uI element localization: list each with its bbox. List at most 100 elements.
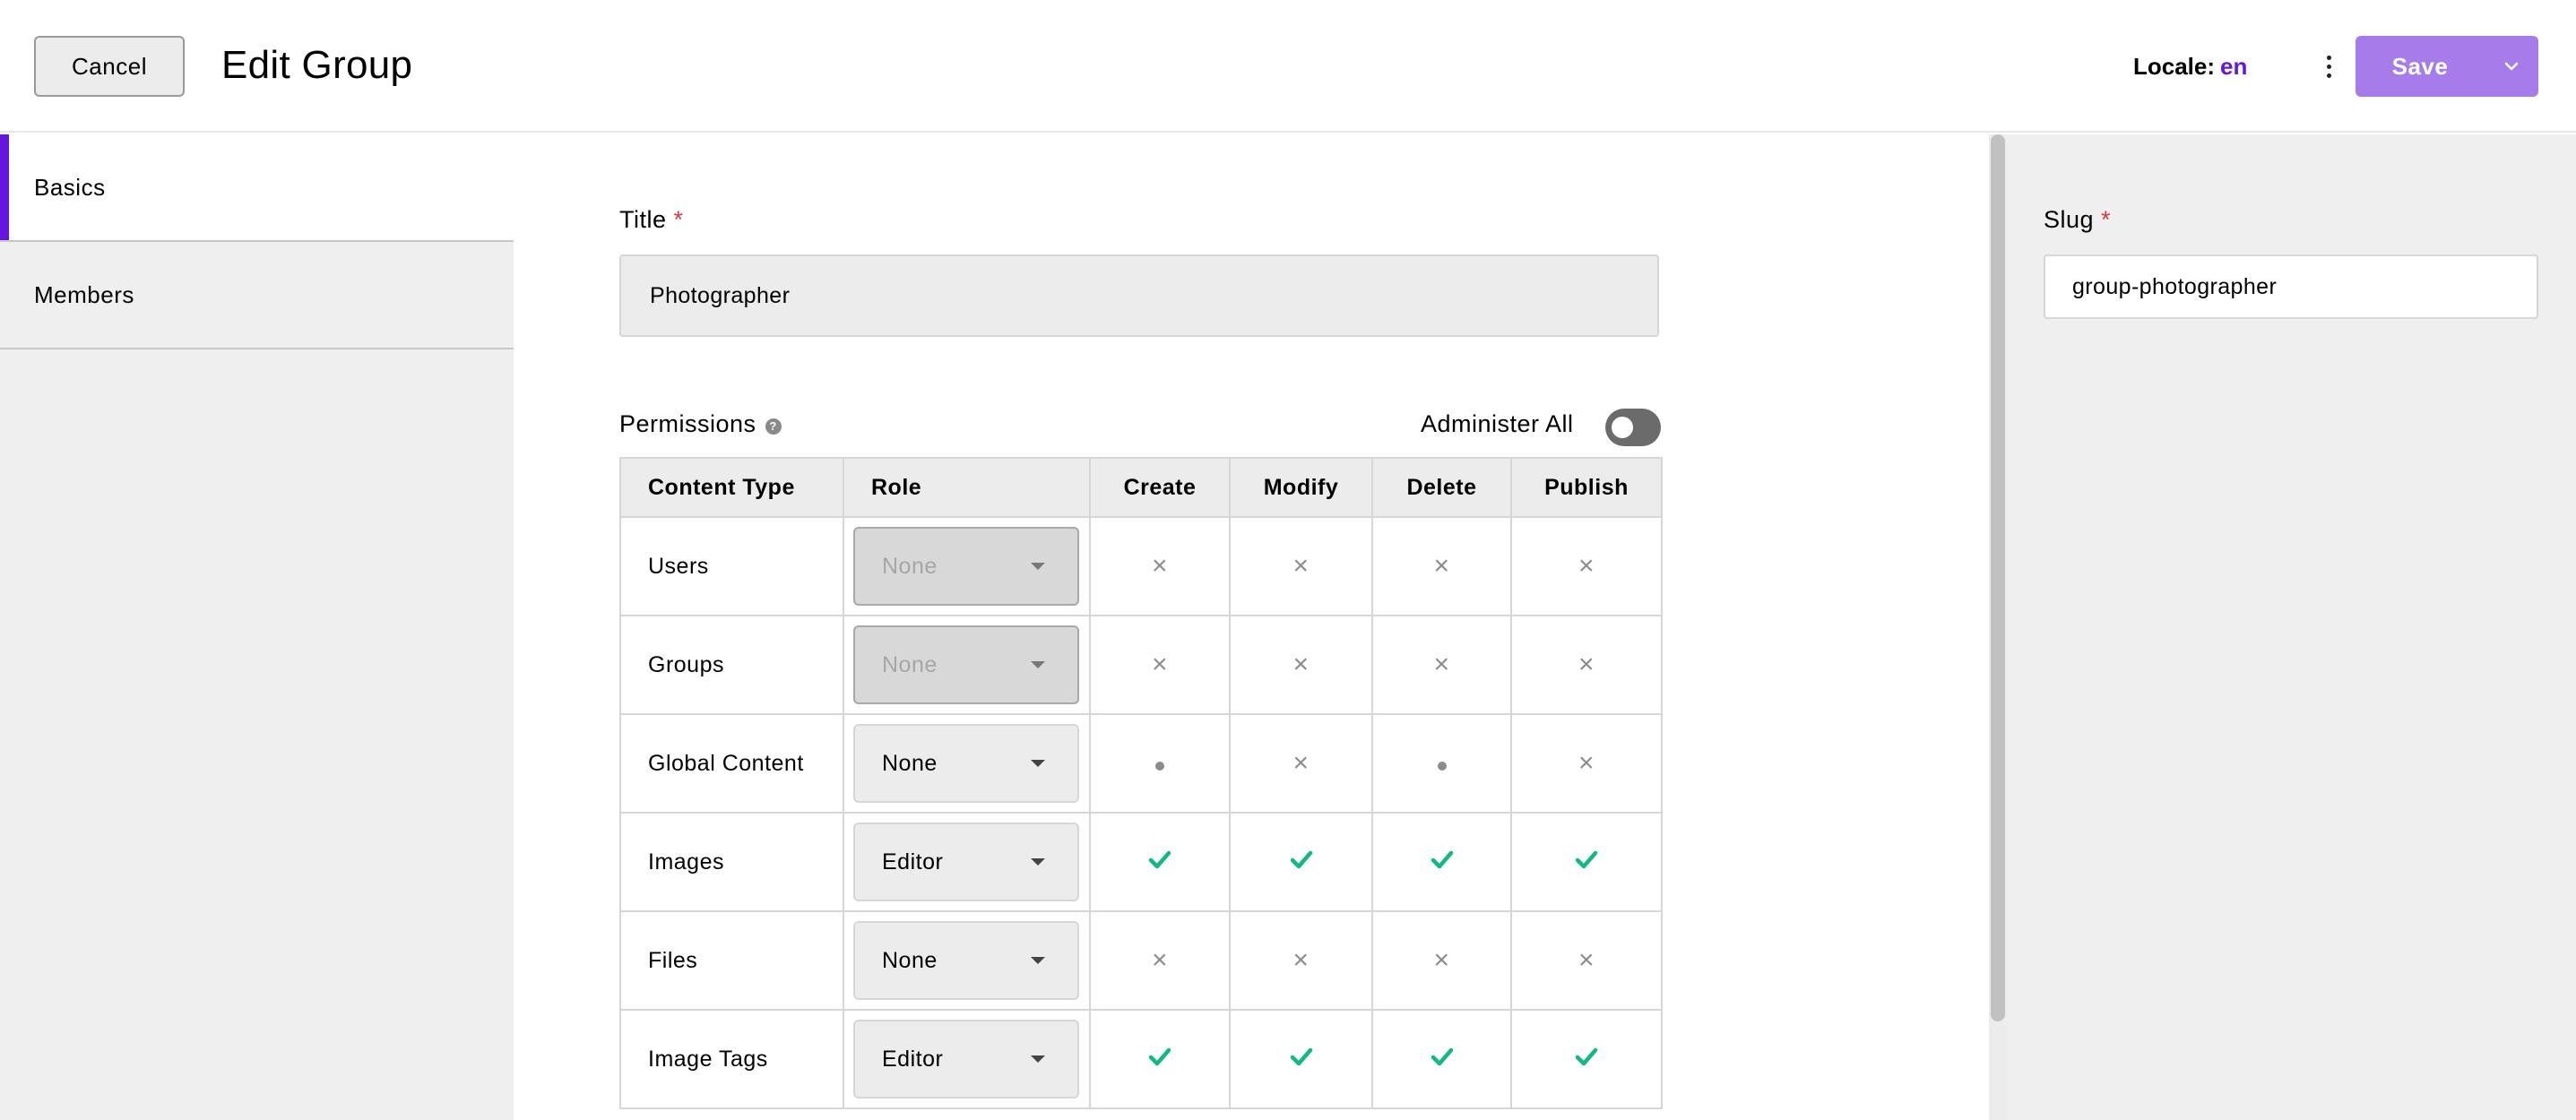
role-select[interactable]: None [853,921,1079,1000]
role-select-value: Editor [882,1046,944,1072]
x-icon: × [1578,945,1595,975]
publish-permission-cell [1510,1009,1663,1109]
role-select[interactable]: None [853,724,1079,803]
content-type-cell: Images [619,812,844,912]
publish-permission-cell: × [1510,713,1663,814]
caret-down-icon [1031,1055,1045,1063]
delete-permission-cell [1371,1009,1512,1109]
locale-label: Locale: [2133,53,2216,80]
check-icon [1148,1047,1171,1065]
save-options-chevron-down-icon[interactable] [2485,36,2538,97]
content-type-cell: Groups [619,615,844,715]
delete-permission-cell: × [1371,615,1512,715]
role-cell: Editor [843,1009,1091,1109]
check-icon [1431,850,1453,868]
role-select-value: None [882,947,938,973]
title-label-text: Title [619,206,667,233]
column-header-content-type: Content Type [619,457,844,518]
more-dot [2326,73,2331,78]
role-select[interactable]: Editor [853,1020,1079,1098]
create-permission-cell [1089,713,1231,814]
top-bar: Cancel Edit Group Locale: en Save [0,0,2576,133]
modify-permission-cell [1229,812,1373,912]
table-row: Users None × × × × [619,516,1663,616]
sidebar-item-members[interactable]: Members [0,242,514,349]
permissions-label-text: Permissions [619,410,756,437]
x-icon: × [1433,650,1450,679]
permissions-label: Permissions ? [619,410,782,438]
help-icon[interactable]: ? [765,418,782,435]
slug-label-text: Slug [2044,206,2095,233]
role-cell: None [843,713,1091,814]
table-row: Global Content None × × [619,713,1663,814]
delete-permission-cell [1371,812,1512,912]
delete-permission-cell [1371,713,1512,814]
role-select-value: Editor [882,849,944,874]
administer-all-label: Administer All [1421,410,1574,437]
role-cell: None [843,910,1091,1011]
publish-permission-cell: × [1510,615,1663,715]
role-select: None [853,625,1079,704]
check-icon [1575,1047,1598,1065]
title-input[interactable]: Photographer [619,254,1659,337]
sidebar-item-basics[interactable]: Basics [0,134,514,242]
main-scrollbar[interactable] [1989,134,2007,1120]
create-permission-cell: × [1089,910,1231,1011]
content-type-cell: Files [619,910,844,1011]
content-type-cell: Image Tags [619,1009,844,1109]
check-icon [1148,850,1171,868]
check-icon [1575,850,1598,868]
create-permission-cell: × [1089,516,1231,616]
sidebar: Basics Members [0,134,514,1120]
x-icon: × [1292,945,1310,975]
caret-down-icon [1031,760,1045,767]
role-cell: None [843,615,1091,715]
toggle-knob [1612,417,1633,438]
more-dot [2326,55,2331,60]
content-type-cell: Global Content [619,713,844,814]
more-dot [2326,64,2331,69]
x-icon: × [1433,551,1450,581]
modify-permission-cell [1229,1009,1373,1109]
role-select: None [853,527,1079,606]
caret-down-icon [1031,563,1045,570]
locale-value[interactable]: en [2220,53,2247,80]
save-button-group: Save [2356,36,2538,97]
table-row: Images Editor [619,812,1663,912]
column-header-publish: Publish [1510,457,1663,518]
create-permission-cell [1089,1009,1231,1109]
right-panel: Slug * group-photographer [2007,134,2576,1120]
x-icon: × [1292,748,1310,778]
administer-all-toggle[interactable] [1605,409,1661,446]
check-icon [1290,850,1312,868]
title-field-label: Title * [619,206,684,234]
caret-down-icon [1031,957,1045,964]
x-icon: × [1578,650,1595,679]
x-icon: × [1292,551,1310,581]
x-icon: × [1578,551,1595,581]
locale-indicator[interactable]: Locale: en [2133,53,2247,81]
dot-icon [1437,761,1447,771]
publish-permission-cell: × [1510,910,1663,1011]
table-row: Files None × × × × [619,910,1663,1011]
cancel-button[interactable]: Cancel [34,36,185,97]
x-icon: × [1151,945,1169,975]
permissions-table-body: Users None × × × × Groups None × × × × Global Conten… [619,516,1663,1109]
scrollbar-thumb[interactable] [1991,134,2005,1021]
role-select-value: None [882,553,938,579]
column-header-role: Role [843,457,1091,518]
create-permission-cell: × [1089,615,1231,715]
save-button[interactable]: Save [2356,53,2485,81]
column-header-create: Create [1089,457,1231,518]
caret-down-icon [1031,661,1045,668]
required-asterisk: * [2101,206,2112,233]
modify-permission-cell: × [1229,910,1373,1011]
role-select[interactable]: Editor [853,823,1079,901]
modify-permission-cell: × [1229,615,1373,715]
slug-input[interactable]: group-photographer [2044,254,2538,319]
column-header-modify: Modify [1229,457,1373,518]
create-permission-cell [1089,812,1231,912]
more-options-icon[interactable] [2317,47,2340,86]
caret-down-icon [1031,858,1045,866]
role-cell: Editor [843,812,1091,912]
